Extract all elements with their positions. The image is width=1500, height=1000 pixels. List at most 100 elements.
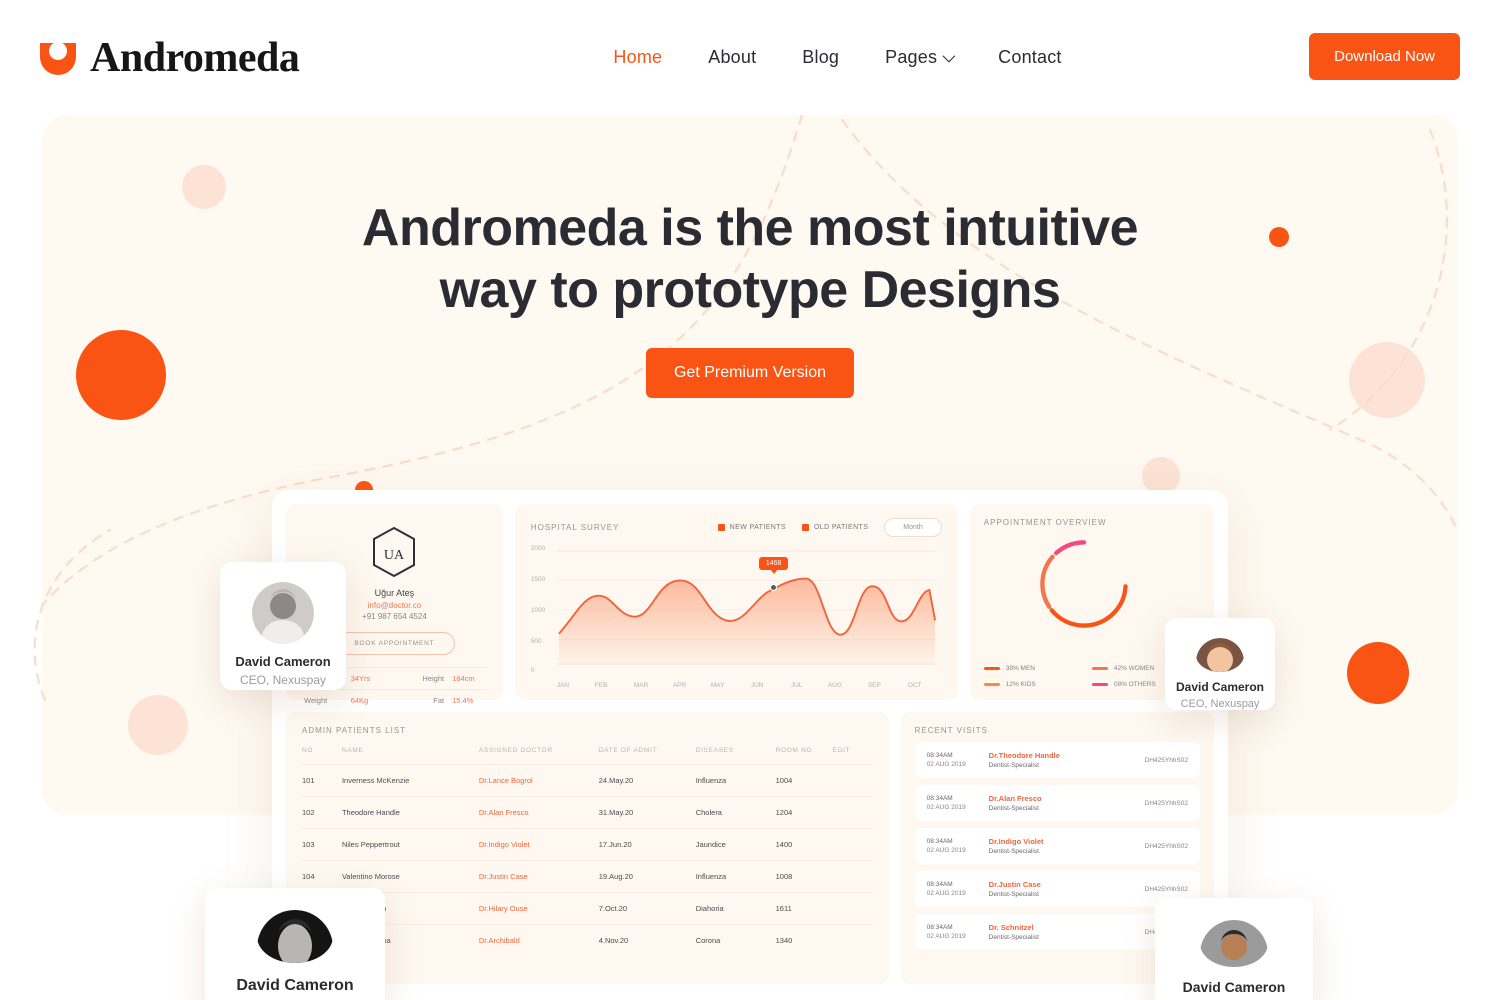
visit-role: Dentist-Specialist bbox=[988, 934, 1039, 941]
download-now-button[interactable]: Download Now bbox=[1309, 33, 1460, 80]
brand-name: Andromeda bbox=[90, 34, 300, 81]
site-header: Andromeda Home About Blog Pages Contact … bbox=[0, 0, 1500, 115]
y-tick-2000: 2000 bbox=[530, 545, 546, 552]
hero-heading-line1: Andromeda is the most intuitive bbox=[361, 199, 1139, 257]
cell-date: 17.Jun.20 bbox=[598, 828, 696, 861]
table-row[interactable]: 104 Valentino Morose Dr.Justin Case 19.A… bbox=[302, 860, 873, 893]
testimonial-card[interactable]: David Cameron CEO, Nexuspay bbox=[1155, 898, 1313, 1000]
nav-item-about[interactable]: About bbox=[708, 47, 756, 68]
book-appointment-button[interactable]: BOOK APPOINTMENT bbox=[333, 632, 456, 655]
visit-time: 08:34AM bbox=[926, 838, 953, 845]
cell-room: 1008 bbox=[775, 860, 833, 893]
visit-item[interactable]: 08:34AM 02 AUG 2019 Dr.Theodore Handle D… bbox=[914, 742, 1200, 778]
visit-doctor-block: Dr.Indigo Violet Dentist-Specialist bbox=[989, 837, 1145, 855]
table-row[interactable]: 102 Theodore Handle Dr.Alan Fresco 31.Ma… bbox=[302, 796, 873, 829]
cell-edit[interactable] bbox=[832, 796, 873, 829]
nav-item-contact[interactable]: Contact bbox=[998, 47, 1061, 68]
stat-label: Fat bbox=[433, 696, 445, 705]
period-select[interactable]: Month bbox=[884, 518, 942, 537]
cell-edit[interactable] bbox=[832, 828, 873, 861]
x-tick-jan: JAN bbox=[556, 682, 570, 689]
table-header-row: NO NAME ASSIGNED DOCTOR DATE OF ADMIT DI… bbox=[302, 747, 873, 765]
visit-doctor: Dr.Alan Fresco bbox=[988, 794, 1042, 803]
cell-edit[interactable] bbox=[832, 892, 873, 925]
nav-item-pages[interactable]: Pages bbox=[885, 47, 956, 68]
legend-label: 08% OTHERS bbox=[1113, 681, 1156, 688]
x-tick-aug: AUG bbox=[827, 682, 842, 689]
cell-date: 19.Aug.20 bbox=[598, 860, 696, 893]
nav-item-home[interactable]: Home bbox=[613, 47, 662, 68]
table-row[interactable]: 103 Niles Peppertrout Dr.Indigo Violet 1… bbox=[302, 828, 873, 861]
y-tick-1000: 1000 bbox=[530, 607, 546, 614]
cell-date: 24.May.20 bbox=[598, 764, 696, 797]
cell-disease: Cholera bbox=[695, 796, 776, 829]
chart-active-point[interactable] bbox=[769, 584, 777, 591]
table-row[interactable]: 106 Olivia Nutrisha Dr.Archibald 4.Nov.2… bbox=[302, 924, 873, 956]
testimonial-role: CEO, Nexuspay bbox=[239, 673, 327, 687]
visit-code: DH425YhhS02 bbox=[1144, 756, 1188, 764]
y-tick-1500: 1500 bbox=[530, 576, 546, 583]
cell-room: 1004 bbox=[775, 764, 833, 797]
visit-doctor-block: Dr.Justin Case Dentist-Specialist bbox=[989, 880, 1145, 898]
visit-date: 02 AUG 2019 bbox=[926, 933, 966, 940]
col-name: NAME bbox=[341, 747, 364, 754]
legend-men: 38% MEN bbox=[983, 665, 1092, 672]
cell-edit[interactable] bbox=[832, 924, 873, 956]
visit-doctor: Dr.Indigo Violet bbox=[988, 837, 1044, 846]
cell-doctor: Dr.Alan Fresco bbox=[478, 796, 599, 829]
cell-no: 103 bbox=[302, 828, 342, 861]
survey-chart: 2000 1500 1000 500 0 1468 JAN FEB MAR AP… bbox=[531, 543, 942, 689]
visit-code: DH425YhhS02 bbox=[1144, 842, 1188, 850]
cell-room: 1340 bbox=[775, 924, 833, 956]
visit-time-block: 08:34AM 02 AUG 2019 bbox=[927, 881, 989, 897]
chevron-down-icon bbox=[942, 49, 956, 63]
hospital-survey-panel: HOSPITAL SURVEY NEW PATIENTS OLD PATIENT… bbox=[514, 504, 958, 700]
col-doctor: ASSIGNED DOCTOR bbox=[478, 747, 553, 754]
hero-heading-line2: way to prototype Designs bbox=[439, 261, 1061, 319]
visit-time-block: 08:34AM 02 AUG 2019 bbox=[927, 752, 989, 768]
testimonial-card[interactable]: David Cameron CEO, Nexuspay bbox=[220, 562, 346, 690]
avatar bbox=[257, 910, 333, 963]
legend-swatch-icon bbox=[983, 667, 1000, 670]
cell-edit[interactable] bbox=[832, 764, 873, 797]
testimonial-role: CEO, Nexuspay bbox=[1180, 698, 1260, 710]
brand-logo[interactable]: Andromeda bbox=[40, 34, 300, 82]
dashboard-top-row: UA Uğur Ateş info@doctor.co +91 987 654 … bbox=[286, 504, 1214, 705]
legend-swatch-icon bbox=[801, 524, 809, 531]
avatar bbox=[252, 582, 314, 644]
testimonial-card[interactable]: David Cameron CEO, Nexuspay bbox=[1165, 618, 1275, 710]
cell-disease: Influenza bbox=[695, 860, 776, 893]
x-tick-sep: SEP bbox=[867, 682, 881, 689]
hexagon-monogram-icon: UA bbox=[371, 526, 417, 578]
table-row[interactable]: 105 Mario Pigeon Dr.Hilary Ouse 7.Oct.20… bbox=[302, 892, 873, 925]
visit-time: 08:34AM bbox=[926, 752, 953, 759]
svg-text:UA: UA bbox=[384, 548, 405, 563]
visit-time-block: 08:34AM 02 AUG 2019 bbox=[927, 838, 989, 854]
patients-table: NO NAME ASSIGNED DOCTOR DATE OF ADMIT DI… bbox=[302, 747, 873, 956]
legend-swatch-icon bbox=[717, 524, 725, 531]
cell-date: 4.Nov.20 bbox=[598, 924, 696, 956]
visit-doctor: Dr.Justin Case bbox=[988, 880, 1041, 889]
visit-item[interactable]: 08:34AM 02 AUG 2019 Dr.Indigo Violet Den… bbox=[914, 828, 1200, 864]
legend-swatch-icon bbox=[1091, 683, 1108, 686]
dashboard-mockup: UA Uğur Ateş info@doctor.co +91 987 654 … bbox=[272, 490, 1228, 1000]
visit-item[interactable]: 08:34AM 02 AUG 2019 Dr.Alan Fresco Denti… bbox=[914, 785, 1200, 821]
col-date: DATE OF ADMIT bbox=[598, 747, 658, 754]
visits-title: RECENT VISITS bbox=[914, 726, 988, 735]
nav-item-blog[interactable]: Blog bbox=[802, 47, 839, 68]
avatar bbox=[1200, 920, 1268, 967]
cell-doctor: Dr.Justin Case bbox=[478, 860, 599, 893]
chart-tooltip: 1468 bbox=[758, 557, 789, 574]
stat-value: 15.4% bbox=[452, 696, 474, 705]
table-row[interactable]: 101 Inverness McKenzie Dr.Lance Bogrol 2… bbox=[302, 764, 873, 797]
get-premium-version-button[interactable]: Get Premium Version bbox=[645, 348, 855, 398]
hero-heading: Andromeda is the most intuitive way to p… bbox=[42, 197, 1458, 321]
testimonial-name: David Cameron bbox=[1182, 979, 1286, 995]
cell-edit[interactable] bbox=[832, 860, 873, 893]
nav-label: Blog bbox=[802, 47, 840, 67]
visit-doctor: Dr.Theodore Handle bbox=[988, 751, 1060, 760]
col-edit: EDIT bbox=[832, 747, 851, 754]
testimonial-card[interactable]: David Cameron CEO, Nexuspay bbox=[205, 888, 385, 1000]
cell-room: 1400 bbox=[775, 828, 833, 861]
legend-old-patients: OLD PATIENTS bbox=[801, 524, 868, 531]
